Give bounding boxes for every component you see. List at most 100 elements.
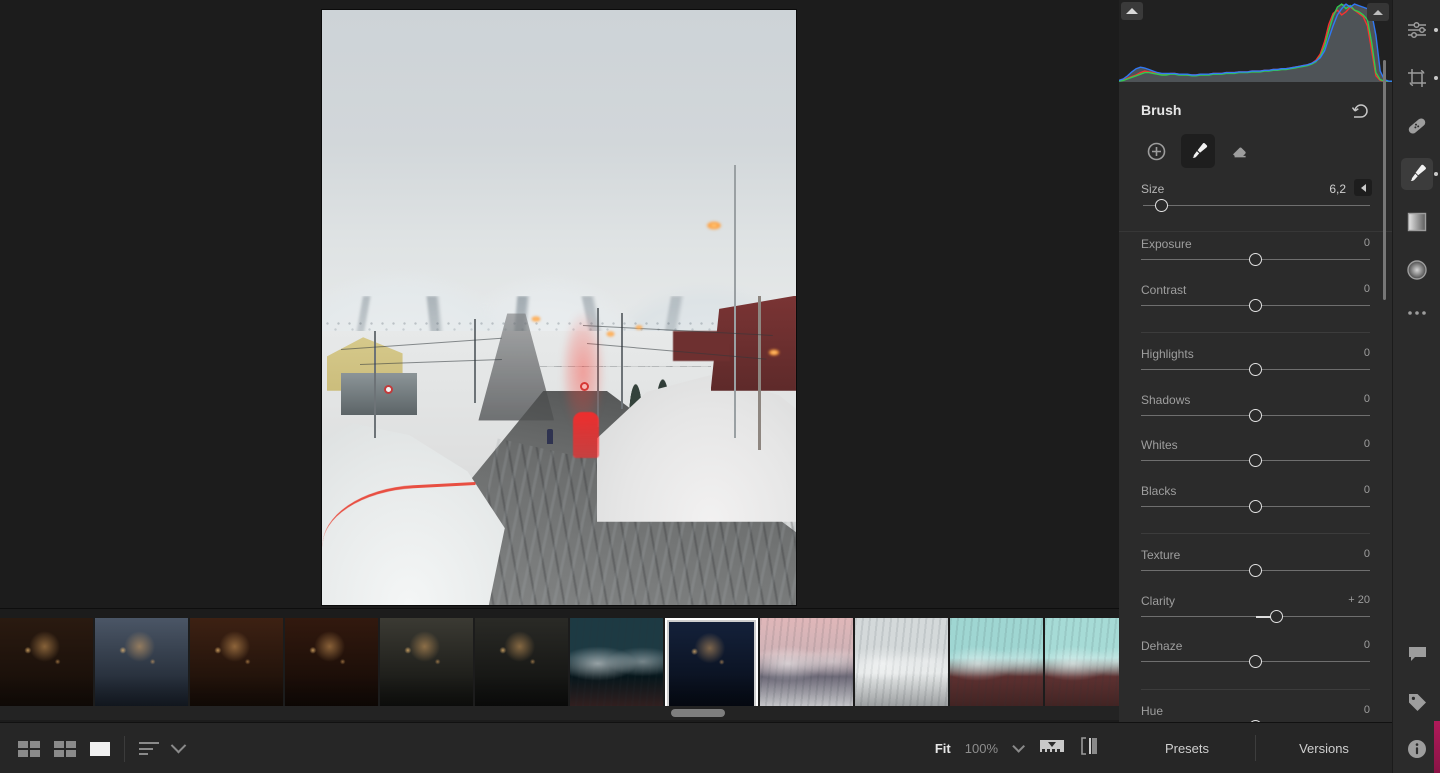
panel-collapse-left-button[interactable]	[1121, 2, 1143, 20]
brush-panel: Brush Size 6,2	[1119, 82, 1392, 232]
detail-view-icon[interactable]	[90, 741, 110, 756]
slider-label: Whites	[1141, 438, 1178, 452]
filmstrip[interactable]	[0, 608, 1440, 720]
radial-circle-icon[interactable]	[1401, 254, 1433, 286]
thumbnail-image	[475, 618, 568, 713]
healing-brush-icon[interactable]	[1401, 110, 1433, 142]
filmstrip-toggle-icon[interactable]	[1039, 738, 1065, 759]
brush-size-expand-button[interactable]	[1354, 179, 1372, 196]
brush-tool-row[interactable]	[1139, 134, 1257, 168]
tab-presets[interactable]: Presets	[1119, 741, 1255, 756]
filmstrip-thumb-4[interactable]	[380, 618, 473, 713]
panel-collapse-right-button[interactable]	[1367, 3, 1389, 21]
masking-brush-icon[interactable]	[1401, 158, 1433, 190]
slider-texture[interactable]: Texture 0	[1139, 543, 1372, 589]
filmstrip-thumb-10[interactable]	[950, 618, 1043, 713]
crop-rotate-icon[interactable]	[1401, 62, 1433, 94]
fit-label[interactable]: Fit	[935, 741, 951, 756]
slider-shadows[interactable]: Shadows 0	[1139, 388, 1372, 434]
sort-lines-icon[interactable]	[139, 742, 159, 755]
slider-knob[interactable]	[1249, 499, 1262, 513]
slider-whites[interactable]: Whites 0	[1139, 433, 1372, 479]
chevron-down-icon[interactable]	[1012, 740, 1025, 753]
slider-group-tone-basic: Exposure 0 Contrast 0	[1119, 232, 1392, 323]
more-options-icon[interactable]	[1401, 296, 1433, 328]
adjustment-sliders[interactable]: Exposure 0 Contrast 0 Highlights 0 Shadows 0 Whi…	[1119, 232, 1392, 722]
tab-versions[interactable]: Versions	[1256, 741, 1392, 756]
thumbnail-image	[0, 618, 93, 713]
keywords-tag-icon[interactable]	[1401, 686, 1433, 718]
square-grid-icon[interactable]	[54, 740, 76, 757]
slider-blacks[interactable]: Blacks 0	[1139, 479, 1372, 525]
before-after-icon[interactable]	[1079, 737, 1099, 760]
comments-icon[interactable]	[1401, 638, 1433, 670]
slider-label: Texture	[1141, 548, 1181, 562]
brush-mask-subject	[573, 411, 600, 458]
filmstrip-scrollbar-thumb[interactable]	[671, 709, 726, 717]
bottom-toolbar: ★ ★ ★ ★ ★ Fit 100%	[0, 722, 1119, 773]
brush-tool-button[interactable]	[1181, 134, 1215, 168]
gradient-square-icon[interactable]	[1401, 206, 1433, 238]
thumbnail-detail	[190, 618, 283, 713]
zoom-level-label[interactable]: 100%	[965, 741, 998, 756]
slider-value: 0	[1363, 237, 1370, 249]
undo-reset-icon[interactable]	[1351, 102, 1372, 123]
slider-group-divider	[1141, 688, 1370, 690]
slider-highlights[interactable]: Highlights 0	[1139, 342, 1372, 388]
slider-label: Contrast	[1141, 282, 1187, 297]
edit-sliders-icon[interactable]	[1401, 14, 1433, 46]
filmstrip-thumb-2[interactable]	[190, 618, 283, 713]
work-area	[0, 0, 1119, 608]
slider-clarity[interactable]: Clarity + 20	[1139, 589, 1372, 635]
slider-label: Blacks	[1141, 483, 1177, 498]
slider-knob[interactable]	[1249, 408, 1262, 422]
brush-size-knob[interactable]	[1155, 199, 1169, 212]
erase-tool-button[interactable]	[1223, 134, 1257, 168]
brush-size-label: Size	[1141, 182, 1165, 196]
filmstrip-thumb-5[interactable]	[475, 618, 568, 713]
filmstrip-thumb-1[interactable]	[95, 618, 188, 713]
thumbnail-image	[380, 618, 473, 713]
slider-group-presence: Texture 0 Clarity + 20 Dehaze 0	[1119, 543, 1392, 680]
photo-image	[322, 10, 796, 605]
right-bottom-tabs: Presets Versions	[1119, 722, 1392, 773]
slider-dehaze[interactable]: Dehaze 0	[1139, 634, 1372, 680]
grid-view-icon[interactable]	[18, 740, 40, 757]
add-mask-button[interactable]	[1139, 134, 1173, 168]
thumbnail-detail	[285, 618, 378, 713]
slider-value: 0	[1363, 347, 1370, 359]
slider-knob[interactable]	[1249, 655, 1262, 668]
rail-dot-mask	[1434, 172, 1438, 176]
slider-knob[interactable]	[1269, 609, 1283, 623]
info-icon[interactable]	[1401, 733, 1433, 765]
right-panel-scrollbar[interactable]	[1383, 60, 1386, 300]
slider-knob[interactable]	[1249, 564, 1262, 577]
histogram[interactable]	[1119, 0, 1392, 82]
slider-contrast[interactable]: Contrast 0	[1139, 278, 1372, 324]
panel-title: Brush	[1141, 102, 1182, 118]
slider-knob[interactable]	[1249, 298, 1262, 312]
filmstrip-thumb-8[interactable]	[760, 618, 853, 713]
slider-exposure[interactable]: Exposure 0	[1139, 232, 1372, 278]
slider-label: Exposure	[1141, 237, 1192, 251]
filmstrip-thumb-0[interactable]	[0, 618, 93, 713]
slider-value: + 20	[1348, 593, 1370, 606]
slider-knob[interactable]	[1249, 454, 1262, 467]
filmstrip-scrollbar[interactable]	[0, 706, 1119, 720]
red-house-far	[672, 331, 730, 362]
slider-knob[interactable]	[1249, 363, 1262, 376]
filmstrip-thumb-7[interactable]	[665, 618, 758, 713]
slider-hue[interactable]: Hue 0	[1139, 699, 1372, 722]
brush-size-control[interactable]: Size 6,2	[1141, 179, 1372, 222]
filmstrip-thumb-6[interactable]	[570, 618, 663, 713]
slider-group-divider	[1141, 533, 1370, 534]
thumbnail-image	[950, 618, 1043, 713]
slider-knob[interactable]	[1249, 253, 1262, 266]
slider-group-divider	[1141, 332, 1370, 333]
filmstrip-thumb-9[interactable]	[855, 618, 948, 713]
filmstrip-thumb-3[interactable]	[285, 618, 378, 713]
chevron-down-icon[interactable]	[170, 737, 187, 754]
photo-canvas[interactable]	[322, 10, 796, 605]
slider-group-color: Hue 0	[1119, 699, 1392, 722]
brush-size-track[interactable]	[1143, 205, 1370, 206]
